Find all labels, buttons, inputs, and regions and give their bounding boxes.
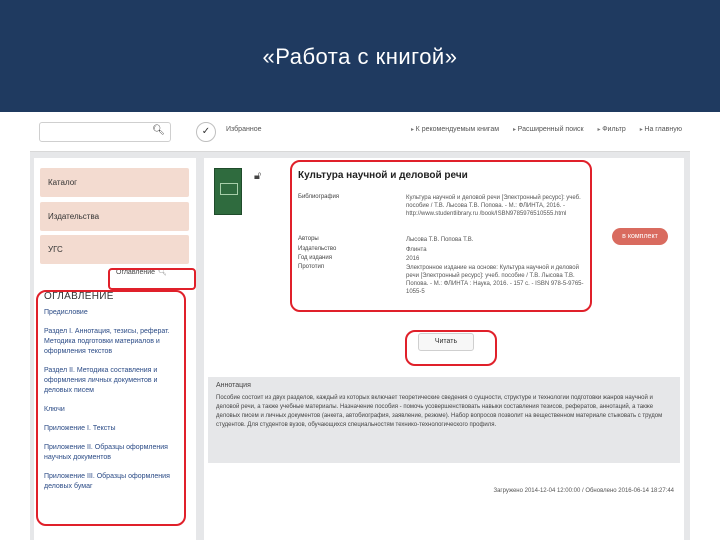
update-info: Загружено 2014-12-04 12:00:00 / Обновлен… [493,488,674,494]
nav-home-link[interactable]: На главную [640,126,682,133]
toc-item[interactable]: Ключи [44,405,186,415]
toc-list: Предисловие Раздел I. Аннотация, тезисы,… [44,308,186,501]
meta-label: Авторы [298,236,319,242]
meta-label: Прототип [298,264,325,270]
meta-value: 2016 [406,256,420,262]
slide-title: «Работа с книгой» [262,44,458,69]
slide-header: «Работа с книгой» [0,0,720,112]
toc-search-link[interactable]: Оглавление 🔍︎ [116,268,190,276]
meta-label: Год издания [298,255,332,261]
read-button[interactable]: Читать [418,333,474,351]
book-cover-image[interactable] [214,168,242,215]
meta-value: Культура научной и деловой речи [Электро… [406,195,581,217]
favorites-link[interactable]: Избранное [226,126,261,133]
meta-value: Флинта [406,247,427,253]
nav-advanced-search-link[interactable]: Расширенный поиск [513,126,584,133]
publishers-button[interactable]: Издательства [40,202,189,231]
add-to-set-button[interactable]: в комплект [612,228,668,245]
meta-label: Библиография [298,194,340,200]
sidebar: Каталог Издательства УГС Оглавление 🔍︎ ОГ… [34,158,196,540]
toc-item[interactable]: Приложение II. Образцы оформления научны… [44,443,186,463]
toc-heading: ОГЛАВЛЕНИЕ [44,291,114,302]
book-card: 🔓︎ Культура научной и деловой речи Библи… [204,158,684,540]
book-title: Культура научной и деловой речи [298,170,468,181]
library-screenshot: 🔍︎ ✓ Избранное К рекомендуемым книгам Ра… [30,112,690,540]
toc-item[interactable]: Раздел I. Аннотация, тезисы, реферат. Ме… [44,327,186,357]
meta-value: Лысова Т.В. Попова Т.В. [406,237,474,243]
favorites-check-icon[interactable]: ✓ [196,122,216,142]
lock-icon: 🔓︎ [254,170,262,182]
toc-item[interactable]: Приложение I. Тексты [44,424,186,434]
search-input[interactable]: 🔍︎ [39,122,171,142]
annotation-text: Пособие состоит из двух разделов, каждый… [216,395,663,428]
toc-item[interactable]: Приложение III. Образцы оформления делов… [44,472,186,492]
toc-item[interactable]: Раздел II. Методика составления и оформл… [44,366,186,396]
magnifier-icon: 🔍︎ [158,269,167,276]
top-nav: К рекомендуемым книгам Расширенный поиск… [399,126,682,133]
annotation-section: Аннотация Пособие состоит из двух раздел… [208,377,680,463]
ugs-button[interactable]: УГС [40,235,189,264]
catalog-button[interactable]: Каталог [40,168,189,197]
search-icon[interactable]: 🔍︎ [152,125,165,136]
toc-item[interactable]: Предисловие [44,308,186,318]
nav-filter-link[interactable]: Фильтр [598,126,626,133]
toc-search-label: Оглавление [116,269,156,276]
meta-value: Электронное издание на основе: Культура … [406,265,584,295]
annotation-title: Аннотация [216,382,251,389]
top-bar: 🔍︎ ✓ Избранное К рекомендуемым книгам Ра… [30,112,690,152]
nav-recommended-link[interactable]: К рекомендуемым книгам [411,126,499,133]
meta-label: Издательство [298,246,337,252]
